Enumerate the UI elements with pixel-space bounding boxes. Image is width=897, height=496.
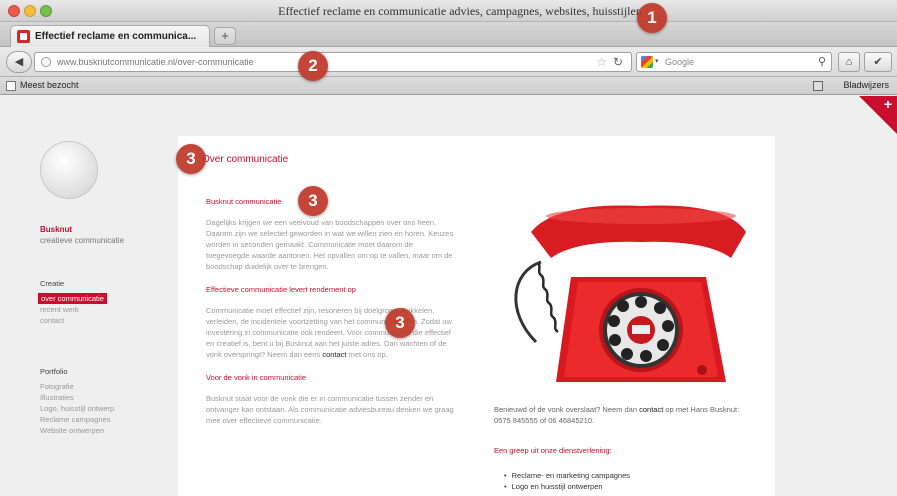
annotation-badge-3c: 3 [385,308,415,338]
window-titlebar: Effectief reclame en communicatie advies… [0,0,897,22]
services-list: Reclame- en marketing campagnes Logo en … [504,470,630,492]
red-telephone-image [496,192,756,392]
navigation-toolbar: ◀ www.busknutcommunicatie.nl/over-commun… [0,47,897,77]
section-body-wrapper: Communicatie moet effectief zijn, resone… [206,305,458,360]
contact-intro: Benieuwd of de vonk overslaat? Neem dan … [494,404,756,426]
bookmarks-menu-button[interactable]: Bladwijzers [843,80,889,90]
nav-link-recent-werk[interactable]: recent werk [40,304,107,315]
content-panel: Over communicatie Busknut communicatie D… [178,136,775,496]
site-favicon-icon [17,30,30,43]
bookmark-folder-icon [6,81,16,91]
contact-link[interactable]: contact [322,350,346,359]
google-engine-icon[interactable] [641,56,653,68]
address-bar[interactable]: www.busknutcommunicatie.nl/over-communic… [34,52,632,72]
annotation-badge-1: 1 [637,3,667,33]
home-button[interactable]: ⌂ [838,52,860,72]
section-heading: Voor de vonk in communicatie [206,373,307,382]
addon-button[interactable]: ✔ [864,52,892,72]
nav-group-portfolio: Portfolio Fotografie Illustraties Logo, … [40,366,114,436]
section-heading: Effectieve communicatie levert rendement… [206,285,356,294]
new-tab-button[interactable]: + [214,27,236,45]
nav-group-creatie: Creatie over communicatie recent werk co… [38,278,107,326]
nav-link-over-communicatie[interactable]: over communicatie [38,293,107,304]
back-button[interactable]: ◀ [6,51,32,73]
nav-link-fotografie[interactable]: Fotografie [40,381,114,392]
bookmark-most-visited[interactable]: Meest bezocht [20,80,79,90]
nav-group-title: Portfolio [40,367,68,376]
chevron-down-icon[interactable]: ▾ [655,57,659,65]
zoom-window-button[interactable] [40,5,52,17]
service-item: Reclame- en marketing campagnes [504,470,630,481]
site-logo[interactable] [40,141,98,199]
section-body-tail: met ons op. [346,350,388,359]
section-heading: Busknut communicatie [206,197,282,206]
reload-icon[interactable]: ↻ [613,55,623,69]
checkmark-icon: ✔ [873,56,883,68]
contact-intro-text: Benieuwd of de vonk overslaat? Neem dan [494,405,638,414]
service-item: Logo en huisstijl ontwerpen [504,481,630,492]
section-body: Dagelijks krijgen we een veelvoud van bo… [206,218,454,271]
window-title: Effectief reclame en communicatie advies… [278,4,642,18]
bookmarks-toolbar: Meest bezocht Bladwijzers [0,77,897,95]
tab-bar: Effectief reclame en communica... + [0,22,897,47]
back-arrow-icon: ◀ [14,56,24,68]
tab-label: Effectief reclame en communica... [35,31,197,42]
home-icon: ⌂ [845,56,853,68]
brand-tagline: creatieve communicatie [40,236,125,245]
tab-active[interactable]: Effectief reclame en communica... [10,25,210,47]
minimize-window-button[interactable] [24,5,36,17]
plus-icon[interactable]: + [884,96,892,112]
nav-group-title: Creatie [40,279,65,288]
brand-block: Busknut creatieve communicatie [40,224,124,246]
annotation-badge-3b: 3 [298,186,328,216]
close-window-button[interactable] [8,5,20,17]
address-bar-url: www.busknutcommunicatie.nl/over-communic… [57,57,254,67]
search-placeholder: Google [665,57,695,67]
bookmarks-menu-icon [813,81,823,91]
section-body: Busknut staat voor de vonk die er in com… [206,394,454,425]
brand-name[interactable]: Busknut [40,224,124,235]
nav-link-illustraties[interactable]: Illustraties [40,392,114,403]
nav-link-contact[interactable]: contact [40,315,107,326]
page-title: Over communicatie [202,154,289,165]
annotation-badge-3a: 3 [176,144,206,174]
bookmark-star-icon[interactable]: ☆ [596,55,607,69]
web-page: + Busknut creatieve communicatie Creatie… [0,96,897,496]
services-title: Een greep uit onze dienstverlening: [494,446,612,455]
search-box[interactable]: ▾ Google ⚲ [636,52,832,72]
annotation-badge-2: 2 [298,51,328,81]
search-icon[interactable]: ⚲ [818,55,826,68]
nav-link-logo-huisstijl[interactable]: Logo, huisstijl ontwerp [40,403,114,414]
nav-link-reclame-campagnes[interactable]: Reclame campagnes [40,414,114,425]
nav-link-website-ontwerpen[interactable]: Website ontwerpen [40,425,114,436]
article-column: Busknut communicatie Dagelijks krijgen w… [206,196,458,438]
site-identity-icon[interactable] [41,57,51,67]
contact-link[interactable]: contact [639,405,663,414]
telephone-illustration [514,205,746,382]
